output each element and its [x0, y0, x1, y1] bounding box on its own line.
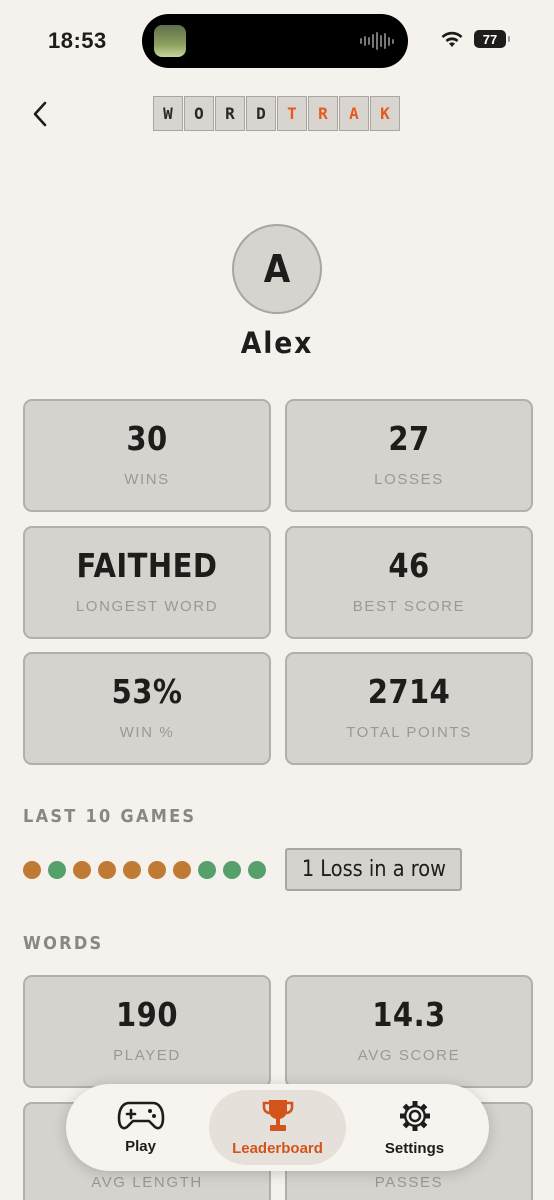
result-dot-loss [173, 861, 191, 879]
battery-indicator: 77 [474, 30, 510, 48]
stat-label: WINS [124, 471, 170, 488]
wifi-icon [441, 31, 463, 47]
logo-tile: T [277, 96, 307, 131]
logo-tile: R [308, 96, 338, 131]
tab-play[interactable]: Play [72, 1090, 209, 1165]
stat-card-played: 190 PLAYED [23, 975, 271, 1088]
logo-tile: R [215, 96, 245, 131]
stat-value: 27 [388, 419, 430, 458]
stat-label: WIN % [119, 724, 175, 741]
tab-settings[interactable]: Settings [346, 1090, 483, 1165]
logo-tile: K [370, 96, 400, 131]
section-title-words: WORDS [23, 933, 104, 954]
stat-card-losses: 27 LOSSES [285, 399, 533, 512]
result-dot-loss [23, 861, 41, 879]
tab-leaderboard[interactable]: Leaderboard [209, 1090, 346, 1165]
stat-card-total-points: 2714 TOTAL POINTS [285, 652, 533, 765]
tab-label: Settings [384, 1140, 445, 1157]
status-bar: 18:53 77 [0, 0, 554, 84]
stat-label: LONGEST WORD [75, 598, 219, 615]
stat-value: 2714 [367, 672, 451, 711]
tab-label: Leaderboard [232, 1140, 323, 1157]
logo-tile: D [246, 96, 276, 131]
stat-label: LOSSES [374, 471, 444, 488]
stat-value: 46 [388, 546, 430, 585]
wordtrak-logo: W O R D T R A K [153, 96, 401, 131]
game-results [23, 861, 266, 879]
streak-text: 1 Loss in a row [301, 857, 446, 882]
player-name: Alex [240, 326, 314, 360]
stat-label: AVG LENGTH [91, 1174, 203, 1191]
stat-value: 14.3 [372, 995, 446, 1034]
gear-icon [399, 1101, 430, 1131]
stat-value: 53% [111, 672, 183, 711]
result-dot-win [198, 861, 216, 879]
stat-label: BEST SCORE [352, 598, 466, 615]
logo-tile: A [339, 96, 369, 131]
section-title-last-games: LAST 10 GAMES [23, 806, 197, 827]
streak-badge: 1 Loss in a row [285, 848, 462, 891]
back-button[interactable] [24, 96, 56, 132]
stat-label: PLAYED [113, 1047, 181, 1064]
dynamic-island[interactable] [142, 14, 408, 68]
result-dot-loss [148, 861, 166, 879]
gamepad-icon [117, 1101, 164, 1130]
trophy-icon [262, 1100, 293, 1131]
result-dot-win [48, 861, 66, 879]
stat-value: 30 [126, 419, 168, 458]
stat-card-wins: 30 WINS [23, 399, 271, 512]
stat-value: FAITHED [76, 546, 218, 585]
avatar: A [232, 224, 322, 314]
tab-bar: Play Leaderboard Settings [66, 1084, 489, 1171]
tab-label: Play [125, 1138, 156, 1155]
audio-waveform-icon [360, 32, 394, 50]
stat-card-avg-score: 14.3 AVG SCORE [285, 975, 533, 1088]
logo-tile: W [153, 96, 183, 131]
result-dot-win [248, 861, 266, 879]
stat-card-best-score: 46 BEST SCORE [285, 526, 533, 639]
stat-card-win-percent: 53% WIN % [23, 652, 271, 765]
result-dot-loss [73, 861, 91, 879]
stat-label: PASSES [374, 1174, 444, 1191]
status-indicators: 77 [440, 30, 510, 48]
chevron-left-icon [33, 101, 47, 127]
result-dot-loss [98, 861, 116, 879]
result-dot-win [223, 861, 241, 879]
result-dot-loss [123, 861, 141, 879]
stat-card-longest-word: FAITHED LONGEST WORD [23, 526, 271, 639]
stat-label: TOTAL POINTS [346, 724, 472, 741]
now-playing-artwork [154, 25, 186, 57]
status-time: 18:53 [48, 28, 107, 53]
stat-label: AVG SCORE [357, 1047, 461, 1064]
logo-tile: O [184, 96, 214, 131]
stat-value: 190 [116, 995, 178, 1034]
